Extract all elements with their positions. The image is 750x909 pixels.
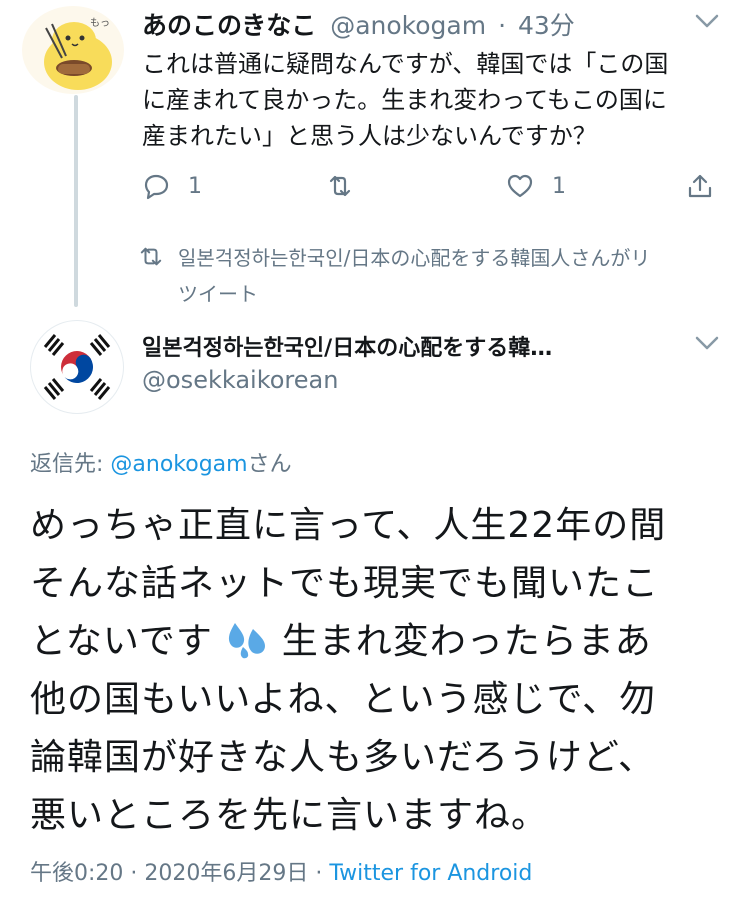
retweet-notice-line: 일본걱정하는한국인/日本の心配をする韓国人さんがリ xyxy=(178,246,651,270)
avatar-anokogam[interactable]: もっ xyxy=(22,6,124,94)
body-line: そんな話ネットでも現実でも聞いたこ xyxy=(30,563,660,604)
body-text-segment: 生まれ変わったらまあ xyxy=(269,621,652,662)
reply-user-handle[interactable]: @osekkaikorean xyxy=(142,366,338,394)
reply-to-prefix: 返信先: xyxy=(30,452,111,477)
body-line: めっちゃ正直に言って、人生22年の間 xyxy=(30,505,667,546)
tweet-text-line: これは普通に疑問なんですが、韓国では「この国 xyxy=(142,50,669,78)
retweet-notice[interactable]: 일본걱정하는한국인/日本の心配をする韓国人さんがリ ツイート xyxy=(178,240,650,312)
tweet-timestamp[interactable]: 午後0:20 · 2020年6月29日 · xyxy=(30,861,329,886)
retweeted-icon xyxy=(140,247,162,266)
korean-flag-icon xyxy=(43,334,111,400)
reply-display-name[interactable]: 일본걱정하는한국인/日本の心配をする韓… xyxy=(142,330,552,362)
chick-avatar-icon: もっ xyxy=(44,17,112,90)
reply-icon xyxy=(144,174,169,200)
chevron-down-icon[interactable] xyxy=(694,12,720,30)
avatar-osekkaikorean[interactable] xyxy=(30,320,124,414)
tweet-time[interactable]: 43分 xyxy=(518,11,575,40)
share-button[interactable] xyxy=(686,172,714,200)
chevron-down-icon[interactable] xyxy=(694,334,720,352)
original-tweet-text: これは普通に疑問なんですが、韓国では「この国 に産まれて良かった。生まれ変わって… xyxy=(142,46,668,154)
reply-to-suffix: さん xyxy=(247,452,292,477)
like-icon xyxy=(507,174,533,198)
body-line-with-emoji: とないです 生まれ変わったらまあ xyxy=(30,613,666,671)
share-icon xyxy=(688,174,712,198)
body-line: 論韓国が好きな人も多いだろうけど、 xyxy=(30,737,656,778)
tweet-text-line: に産まれて良かった。生まれ変わってもこの国に xyxy=(142,86,667,114)
svg-text:もっ: もっ xyxy=(90,17,110,29)
body-line: 他の国もいいよね、という感じで、勿 xyxy=(30,679,657,720)
separator-dot: · xyxy=(498,11,507,40)
original-tweet-header: あのこのきなこ @anokogam · 43分 xyxy=(142,6,575,42)
tweet-timestamp-line: 午後0:20 · 2020年6月29日 · Twitter for Androi… xyxy=(30,855,532,887)
reply-tweet-body: めっちゃ正直に言って、人生22年の間 そんな話ネットでも現実でも聞いたこ とない… xyxy=(30,497,666,845)
reply-count: 1 xyxy=(188,173,202,199)
reply-to-line: 返信先: @anokogamさん xyxy=(30,446,292,478)
client-link[interactable]: Twitter for Android xyxy=(329,861,532,886)
retweet-button[interactable] xyxy=(326,172,354,200)
tweet-text-line: 産まれたい」と思う人は少ないんですか？ xyxy=(142,122,597,150)
retweet-icon xyxy=(329,175,351,197)
like-button[interactable]: 1 xyxy=(506,172,566,200)
reply-button[interactable]: 1 xyxy=(142,172,202,200)
like-count: 1 xyxy=(552,173,566,199)
sweat-droplets-emoji xyxy=(229,623,266,659)
user-handle[interactable]: @anokogam xyxy=(330,11,486,40)
reply-to-handle-link[interactable]: @anokogam xyxy=(110,452,247,477)
display-name[interactable]: あのこのきなこ xyxy=(142,11,316,40)
thread-connector-line xyxy=(74,95,78,307)
body-line: 悪いところを先に言いますね。 xyxy=(30,795,549,836)
body-text-segment: とないです xyxy=(30,621,213,662)
retweet-notice-line: ツイート xyxy=(178,282,258,306)
